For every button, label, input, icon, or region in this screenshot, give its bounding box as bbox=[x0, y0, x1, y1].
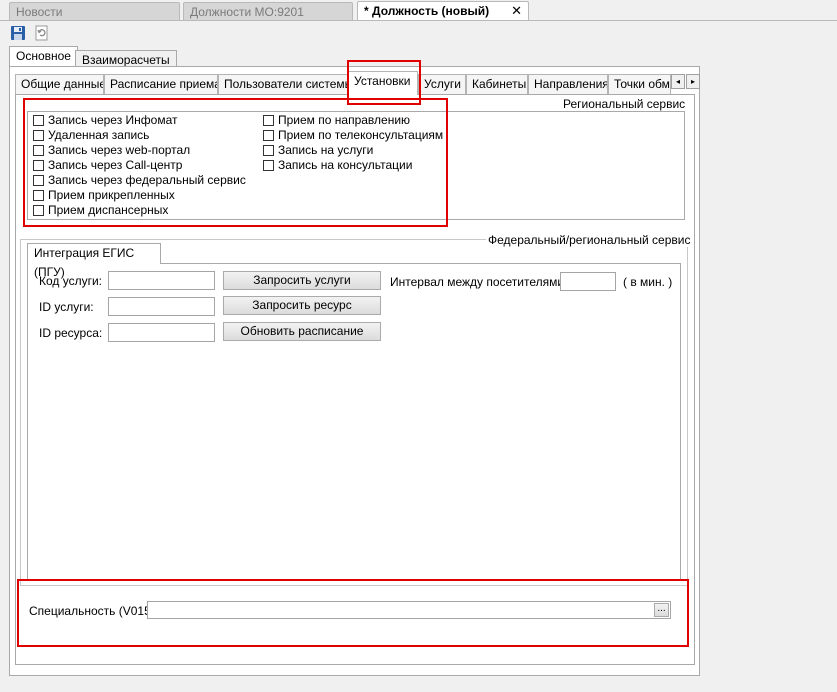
tab-label: Пользователи системы bbox=[224, 77, 348, 91]
tab-schedule[interactable]: Расписание приема bbox=[104, 74, 218, 94]
checkbox-label: Запись через Call-центр bbox=[48, 158, 183, 172]
checkbox-remote[interactable]: Удаленная запись bbox=[33, 128, 149, 143]
resource-id-input[interactable] bbox=[108, 323, 215, 342]
interval-label: Интервал между посетителями: bbox=[390, 275, 568, 289]
tab-label: Услуги bbox=[424, 77, 461, 91]
service-id-label: ID услуги: bbox=[39, 300, 94, 314]
tab-label: Кабинеты bbox=[472, 77, 527, 91]
doc-tab-new-position[interactable]: * Должность (новый) ✕ bbox=[357, 1, 529, 21]
checkbox-label: Запись на услуги bbox=[278, 143, 374, 157]
tab-label: Направления bbox=[534, 77, 608, 91]
checkbox-call-center[interactable]: Запись через Call-центр bbox=[33, 158, 182, 173]
scroll-left-icon[interactable]: ◂ bbox=[671, 74, 685, 89]
regional-service-title: Региональный сервис bbox=[561, 97, 688, 111]
interval-unit-label: ( в мин. ) bbox=[623, 275, 673, 289]
doc-tab-positions[interactable]: Должности МО:9201 bbox=[183, 2, 353, 20]
tab-label: Точки обме bbox=[614, 77, 671, 91]
tab-exchange-points[interactable]: Точки обме bbox=[608, 74, 671, 94]
specialty-label: Специальность (V015) bbox=[29, 604, 155, 618]
checkbox-label: Прием прикрепленных bbox=[48, 188, 175, 202]
checkbox-label: Прием диспансерных bbox=[48, 203, 169, 217]
checkbox-dispensary[interactable]: Прием диспансерных bbox=[33, 203, 168, 218]
tab-main-label: Основное bbox=[16, 49, 71, 63]
resource-id-label: ID ресурса: bbox=[39, 326, 103, 340]
checkbox-label: Удаленная запись bbox=[48, 128, 150, 142]
service-id-input[interactable] bbox=[108, 297, 215, 316]
checkbox-label: Прием по направлению bbox=[278, 113, 411, 127]
tab-settlements-label: Взаиморасчеты bbox=[82, 53, 170, 67]
tab-referrals[interactable]: Направления bbox=[528, 74, 608, 94]
checkbox-label: Запись на консультации bbox=[278, 158, 413, 172]
checkbox-label: Запись через Инфомат bbox=[48, 113, 178, 127]
checkbox-federal[interactable]: Запись через федеральный сервис bbox=[33, 173, 246, 188]
doc-tab-label: Новости bbox=[16, 5, 63, 19]
document-tab-bar: Новости Должности МО:9201 * Должность (н… bbox=[0, 0, 837, 21]
request-services-button[interactable]: Запросить услуги bbox=[223, 271, 381, 290]
request-resource-button[interactable]: Запросить ресурс bbox=[223, 296, 381, 315]
tab-general[interactable]: Общие данные bbox=[15, 74, 104, 94]
specialty-lookup-button[interactable]: ... bbox=[654, 603, 669, 617]
checkbox-label: Запись через федеральный сервис bbox=[48, 173, 246, 187]
doc-tab-label: Должности МО:9201 bbox=[190, 5, 304, 19]
checkbox-consultations[interactable]: Запись на консультации bbox=[263, 158, 412, 173]
tab-label: Установки bbox=[354, 74, 411, 88]
checkbox-services[interactable]: Запись на услуги bbox=[263, 143, 373, 158]
tab-main[interactable]: Основное bbox=[9, 46, 78, 67]
tab-label: Расписание приема bbox=[110, 77, 218, 91]
refresh-icon[interactable] bbox=[34, 25, 50, 41]
tab-egis[interactable]: Интеграция ЕГИС (ПГУ) bbox=[27, 243, 161, 279]
scroll-right-icon[interactable]: ▸ bbox=[686, 74, 700, 89]
checkbox-label: Запись через web-портал bbox=[48, 143, 191, 157]
service-code-label: Код услуги: bbox=[39, 274, 103, 288]
checkbox-web-portal[interactable]: Запись через web-портал bbox=[33, 143, 190, 158]
tab-services[interactable]: Услуги bbox=[418, 74, 466, 94]
service-code-input[interactable] bbox=[108, 271, 215, 290]
checkbox-referral[interactable]: Прием по направлению bbox=[263, 113, 410, 128]
interval-input[interactable] bbox=[560, 272, 616, 291]
federal-service-title: Федеральный/региональный сервис bbox=[486, 233, 693, 247]
update-schedule-button[interactable]: Обновить расписание bbox=[223, 322, 381, 341]
checkbox-infomat[interactable]: Запись через Инфомат bbox=[33, 113, 178, 128]
doc-tab-news[interactable]: Новости bbox=[9, 2, 180, 20]
tab-label: Общие данные bbox=[21, 77, 104, 91]
doc-tab-label: * Должность (новый) bbox=[364, 4, 490, 18]
checkbox-teleconsult[interactable]: Прием по телеконсультациям bbox=[263, 128, 443, 143]
close-icon[interactable]: ✕ bbox=[511, 2, 522, 20]
tab-users[interactable]: Пользователи системы bbox=[218, 74, 348, 94]
tab-divider bbox=[0, 20, 837, 21]
checkbox-label: Прием по телеконсультациям bbox=[278, 128, 444, 142]
specialty-input[interactable] bbox=[147, 601, 671, 619]
tab-settings[interactable]: Установки bbox=[348, 71, 418, 95]
save-icon[interactable] bbox=[10, 25, 26, 41]
checkbox-attached[interactable]: Прием прикрепленных bbox=[33, 188, 175, 203]
tab-cabinets[interactable]: Кабинеты bbox=[466, 74, 528, 94]
